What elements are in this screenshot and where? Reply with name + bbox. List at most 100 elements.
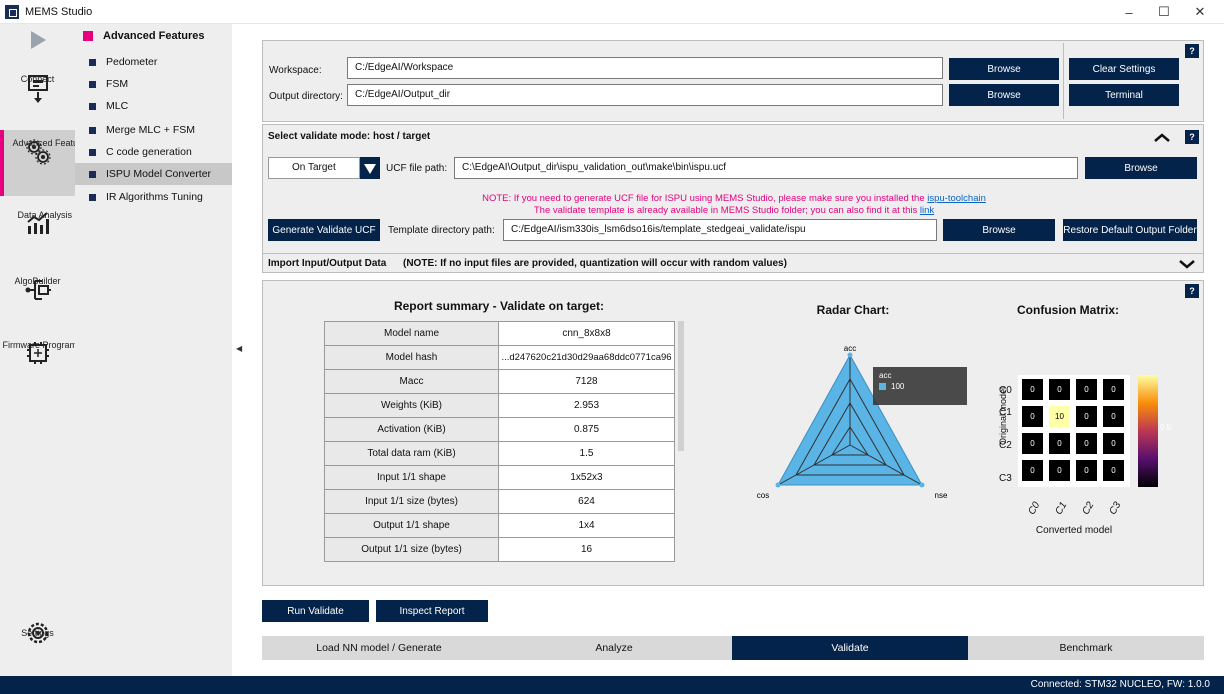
ispu-toolchain-link[interactable]: ispu-toolchain bbox=[927, 193, 986, 204]
output-browse-button[interactable]: Browse bbox=[949, 84, 1059, 106]
validate-mode-panel: Select validate mode: host / target ? On… bbox=[262, 124, 1204, 268]
nav-algobuilder-label: AlgoBuilder bbox=[14, 276, 61, 286]
cm-cell: 0 bbox=[1049, 433, 1070, 454]
sidebar-item-mlc[interactable]: MLC bbox=[75, 95, 232, 117]
header-square-icon bbox=[83, 31, 93, 41]
main-content: Workspace: C:/EdgeAI/Workspace Browse Cl… bbox=[252, 24, 1214, 676]
table-cell-value: 0.875 bbox=[498, 417, 675, 442]
cm-cell: 0 bbox=[1022, 433, 1043, 454]
restore-default-output-folder-button[interactable]: Restore Default Output Folder bbox=[1063, 219, 1197, 241]
table-cell-key: Model name bbox=[324, 321, 499, 346]
table-cell-value: 1x4 bbox=[498, 513, 675, 538]
row-label-c0: C0 bbox=[999, 385, 1012, 396]
table-row: Input 1/1 shape 1x52x3 bbox=[324, 465, 675, 490]
sidebar-item-pedometer[interactable]: Pedometer bbox=[75, 51, 232, 73]
table-cell-value: 7128 bbox=[498, 369, 675, 394]
col-label-c0: C0 bbox=[1026, 500, 1043, 517]
row-label-c2: C2 bbox=[999, 440, 1012, 451]
minimize-button[interactable]: – bbox=[1112, 0, 1146, 24]
close-button[interactable]: ✕ bbox=[1183, 0, 1217, 24]
tab-validate[interactable]: Validate bbox=[732, 636, 968, 660]
main-navigation: Connect Advanced Features Data Analysis … bbox=[0, 24, 97, 676]
tab-benchmark[interactable]: Benchmark bbox=[968, 636, 1204, 660]
radar-tooltip: acc 100 bbox=[873, 367, 967, 405]
report-table: Model name cnn_8x8x8 Model hash ...d247620… bbox=[324, 321, 675, 562]
workspace-input[interactable]: C:/EdgeAI/Workspace bbox=[347, 57, 943, 79]
tab-analyze[interactable]: Analyze bbox=[496, 636, 732, 660]
sidebar-item-ir-algorithms-tuning[interactable]: IR Algorithms Tuning bbox=[75, 186, 232, 208]
mode-dropdown-button[interactable] bbox=[360, 157, 380, 179]
nav-data-analysis[interactable]: Data Analysis bbox=[0, 210, 75, 262]
nav-settings[interactable]: Settings bbox=[0, 620, 75, 670]
sidebar-header-label: Advanced Features bbox=[103, 30, 205, 42]
nav-algobuilder[interactable]: AlgoBuilder bbox=[0, 276, 75, 326]
note-line-1: NOTE: If you need to generate UCF file f… bbox=[263, 193, 1205, 204]
template-directory-input[interactable]: C:/EdgeAI/ism330is_lsm6dso16is/template_… bbox=[503, 219, 937, 241]
ucf-path-input[interactable]: C:\EdgeAI\Output_dir\ispu_validation_out… bbox=[454, 157, 1078, 179]
nav-settings-label: Settings bbox=[21, 628, 54, 638]
template-link[interactable]: link bbox=[920, 205, 934, 216]
confusion-matrix-title: Confusion Matrix: bbox=[1017, 303, 1119, 317]
cm-cell: 0 bbox=[1103, 433, 1124, 454]
workspace-browse-button[interactable]: Browse bbox=[949, 58, 1059, 80]
radar-tooltip-value: 100 bbox=[891, 382, 905, 391]
maximize-button[interactable]: ☐ bbox=[1147, 0, 1181, 24]
table-row: Weights (KiB) 2.953 bbox=[324, 393, 675, 418]
table-cell-key: Output 1/1 shape bbox=[324, 513, 499, 538]
terminal-button[interactable]: Terminal bbox=[1069, 84, 1179, 106]
colorbar-label: 0.5 bbox=[1160, 423, 1172, 432]
cm-cell: 0 bbox=[1022, 406, 1043, 427]
report-help-button[interactable]: ? bbox=[1185, 284, 1199, 298]
sidebar-item-merge-mlc-fsm[interactable]: Merge MLC + FSM bbox=[75, 119, 232, 141]
cm-cell: 10 bbox=[1049, 406, 1070, 427]
table-cell-key: Output 1/1 size (bytes) bbox=[324, 537, 499, 562]
cm-cell: 0 bbox=[1022, 379, 1043, 400]
note-line-2: The validate template is already availab… bbox=[263, 205, 1205, 216]
table-row: Output 1/1 shape 1x4 bbox=[324, 513, 675, 538]
col-label-c1: C1 bbox=[1053, 500, 1070, 517]
row-label-c3: C3 bbox=[999, 473, 1012, 484]
table-cell-value: 624 bbox=[498, 489, 675, 514]
table-cell-key: Input 1/1 shape bbox=[324, 465, 499, 490]
cm-cell: 0 bbox=[1103, 406, 1124, 427]
report-table-container[interactable]: Model name cnn_8x8x8 Model hash ...d247620… bbox=[324, 321, 676, 569]
sidebar-item-label: FSM bbox=[106, 78, 129, 90]
app-logo-icon bbox=[5, 4, 19, 19]
nav-advanced-features[interactable]: Advanced Features bbox=[0, 130, 91, 196]
generate-validate-ucf-button[interactable]: Generate Validate UCF bbox=[268, 219, 380, 241]
sidebar-item-c-code-generation[interactable]: C code generation bbox=[75, 141, 232, 163]
cm-cell: 0 bbox=[1049, 379, 1070, 400]
validate-help-button[interactable]: ? bbox=[1185, 130, 1199, 144]
sidebar-item-ispu-model-converter[interactable]: ISPU Model Converter bbox=[75, 163, 232, 185]
nav-connect[interactable]: Connect bbox=[0, 68, 75, 124]
cm-cell: 0 bbox=[1103, 460, 1124, 481]
mode-select[interactable]: On Target bbox=[268, 157, 360, 179]
colorbar bbox=[1138, 375, 1158, 487]
inspect-report-button[interactable]: Inspect Report bbox=[376, 600, 488, 622]
table-row: Macc 7128 bbox=[324, 369, 675, 394]
workspace-help-button[interactable]: ? bbox=[1185, 44, 1199, 58]
tab-load-nn-model[interactable]: Load NN model / Generate bbox=[262, 636, 496, 660]
output-directory-input[interactable]: C:/EdgeAI/Output_dir bbox=[347, 84, 943, 106]
cm-cell: 0 bbox=[1076, 379, 1097, 400]
col-label-c2: C2 bbox=[1080, 500, 1097, 517]
bullet-icon bbox=[89, 80, 96, 88]
play-button[interactable] bbox=[0, 30, 75, 60]
nav-firmware-programming[interactable]: Firmware Programming bbox=[0, 340, 97, 400]
run-validate-button[interactable]: Run Validate bbox=[262, 600, 369, 622]
table-scrollbar[interactable] bbox=[678, 321, 684, 451]
bullet-icon bbox=[89, 148, 96, 156]
clear-settings-button[interactable]: Clear Settings bbox=[1069, 58, 1179, 80]
validate-mode-title: Select validate mode: host / target bbox=[268, 131, 431, 142]
ucf-browse-button[interactable]: Browse bbox=[1085, 157, 1197, 179]
import-io-panel[interactable]: Import Input/Output Data (NOTE: If no in… bbox=[262, 253, 1204, 273]
cm-cell: 0 bbox=[1076, 460, 1097, 481]
sidebar-item-label: Merge MLC + FSM bbox=[106, 124, 195, 136]
sidebar-item-fsm[interactable]: FSM bbox=[75, 73, 232, 95]
cm-cell: 0 bbox=[1103, 379, 1124, 400]
chevron-down-icon[interactable] bbox=[1178, 259, 1196, 269]
chevron-up-icon[interactable] bbox=[1153, 133, 1171, 143]
title-bar: MEMS Studio – ☐ ✕ bbox=[0, 0, 1224, 24]
collapse-sidebar-icon[interactable]: ◀ bbox=[236, 344, 242, 353]
template-browse-button[interactable]: Browse bbox=[943, 219, 1055, 241]
